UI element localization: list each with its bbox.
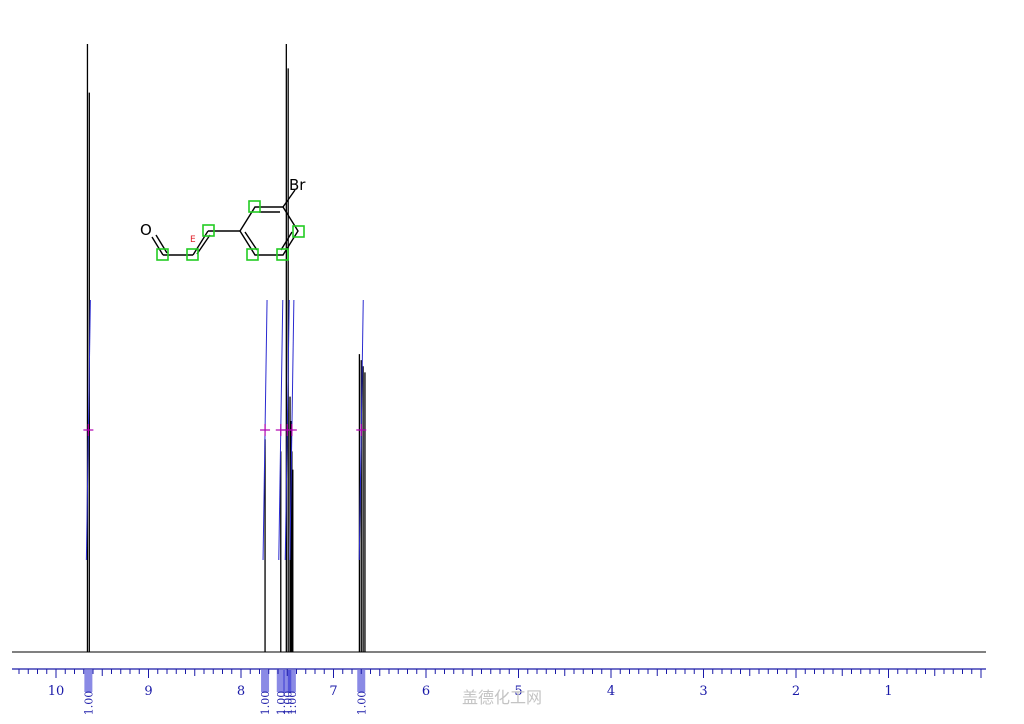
watermark: 盖德化工网 <box>462 688 542 707</box>
oxygen-label: O <box>140 221 152 239</box>
tick-label-2: 2 <box>792 684 800 699</box>
integral-label-1: 1.00 <box>259 691 272 716</box>
tick-label-8: 8 <box>237 684 245 699</box>
tick-label-9: 9 <box>144 684 152 699</box>
tick-label-3: 3 <box>699 684 707 699</box>
integral-bar-4 <box>287 670 296 692</box>
tick-label-10: 10 <box>48 684 65 699</box>
integral-bar-0 <box>84 670 93 692</box>
stereo-e-label: E <box>190 235 196 245</box>
tick-label-4: 4 <box>607 684 615 699</box>
tick-label-1: 1 <box>884 684 892 699</box>
molecule-structure <box>151 189 299 256</box>
bromine-label: Br <box>289 176 306 194</box>
peaks-layer <box>86 44 366 652</box>
tick-label-6: 6 <box>422 684 430 699</box>
tick-label-7: 7 <box>329 684 337 699</box>
integral-curves-layer <box>83 299 367 692</box>
integral-labels: 1.00 1.00 1.001.001.00 1.00 <box>82 691 368 716</box>
x-axis-ticks <box>18 669 982 678</box>
integral-label-5: 1.00 <box>355 691 368 716</box>
integral-label-4: 1.00 <box>286 691 299 716</box>
integral-label-0: 1.00 <box>82 691 95 716</box>
integral-bar-1 <box>261 670 270 692</box>
benzene-ring <box>239 206 299 256</box>
nmr-spectrum-chart: 10 9 8 7 6 5 4 3 2 1 1.00 1.00 1.001.001.00 1.00 O B… <box>12 44 986 716</box>
